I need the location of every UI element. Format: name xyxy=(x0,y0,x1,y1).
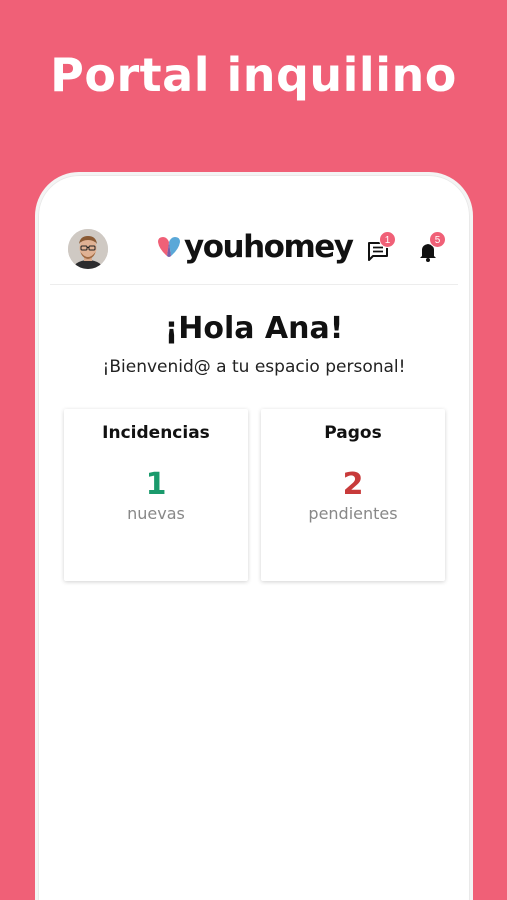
welcome-text: ¡Bienvenid@ a tu espacio personal! xyxy=(102,357,406,377)
card-count: 2 xyxy=(342,467,364,502)
notifications-button[interactable]: 5 xyxy=(416,231,446,263)
card-count: 1 xyxy=(145,467,167,502)
heart-logo-icon xyxy=(158,237,180,257)
card-title: Pagos xyxy=(324,423,382,443)
incidents-card[interactable]: Incidencias 1 nuevas xyxy=(64,409,248,581)
payments-card[interactable]: Pagos 2 pendientes xyxy=(261,409,445,581)
user-avatar[interactable] xyxy=(68,229,108,269)
card-caption: pendientes xyxy=(308,504,398,523)
greeting-title: ¡Hola Ana! xyxy=(164,311,344,346)
card-title: Incidencias xyxy=(102,423,210,443)
logo-text: youhomey xyxy=(184,229,354,265)
phone-frame: youhomey 1 5 ¡Hola Ana! ¡Bienvenid@ a tu… xyxy=(35,172,473,900)
app-header: youhomey 1 5 xyxy=(50,215,458,285)
avatar-photo xyxy=(68,229,108,269)
youhomey-logo: youhomey xyxy=(156,227,354,267)
messages-badge: 1 xyxy=(379,231,396,248)
notifications-badge: 5 xyxy=(429,231,446,248)
card-caption: nuevas xyxy=(127,504,185,523)
messages-button[interactable]: 1 xyxy=(366,231,396,263)
promo-title: Portal inquilino xyxy=(50,48,457,102)
